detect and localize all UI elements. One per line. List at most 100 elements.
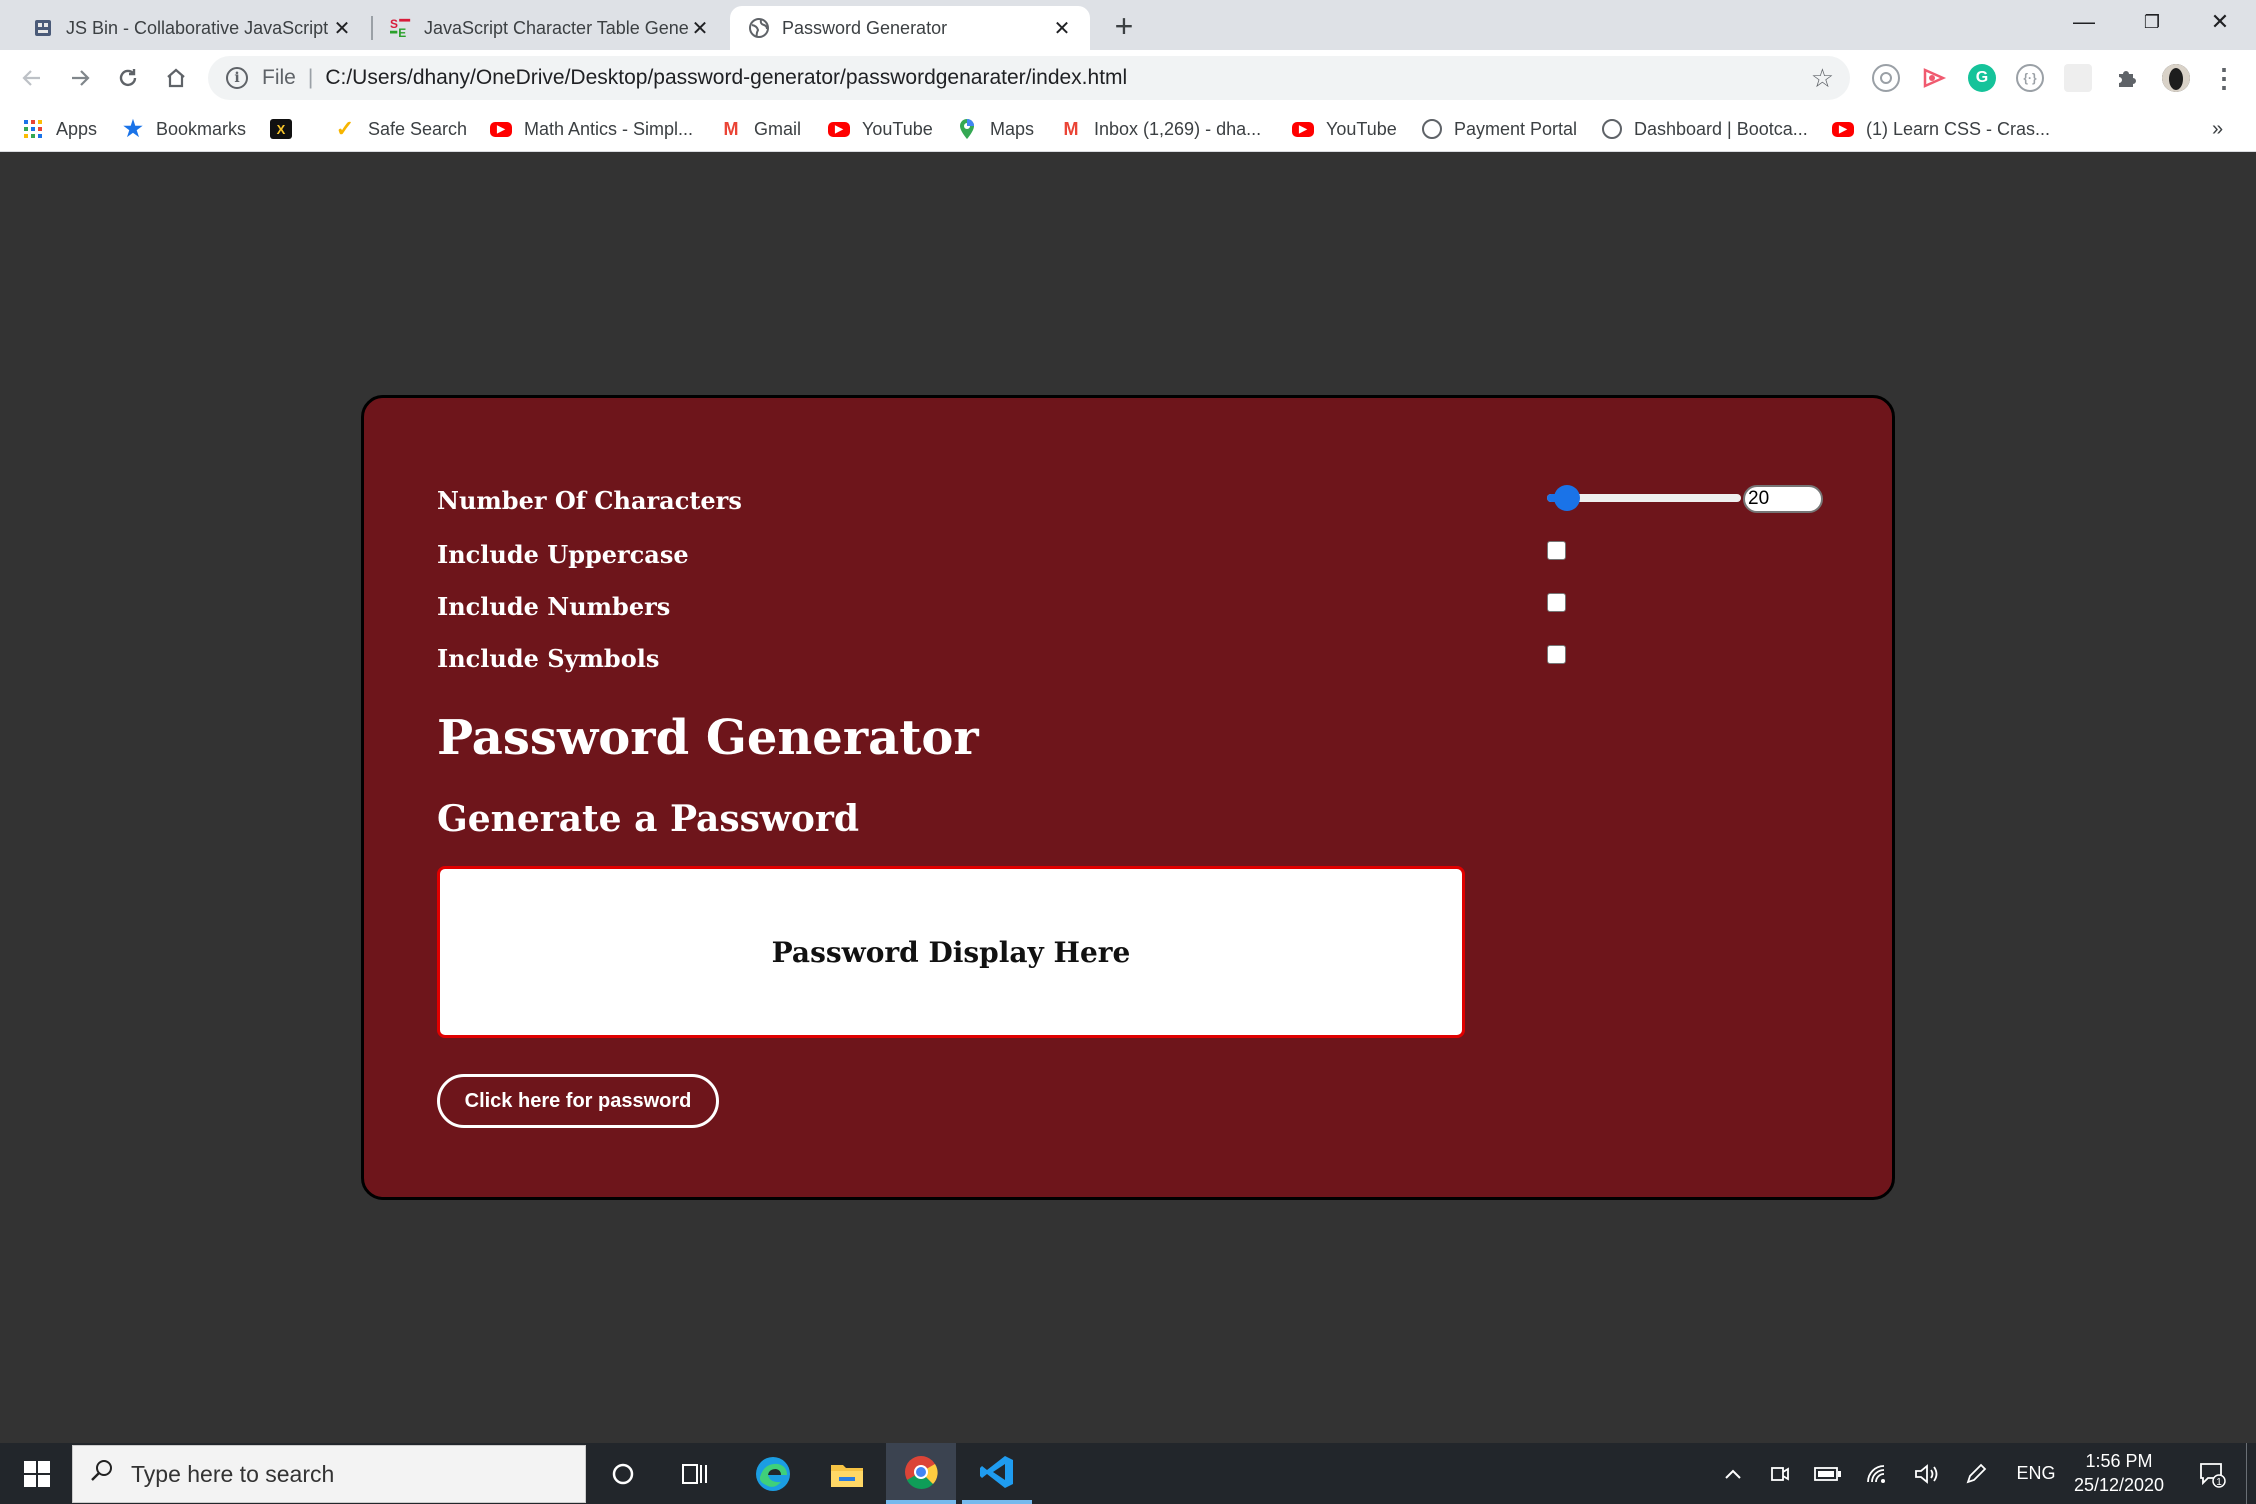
symbols-checkbox[interactable]	[1547, 645, 1566, 664]
windows-start-icon[interactable]	[2, 1443, 72, 1504]
slider-thumb[interactable]	[1553, 485, 1580, 511]
search-icon	[89, 1458, 115, 1490]
notification-count: 1	[2216, 1477, 2222, 1488]
tab-jsbin[interactable]: JS Bin - Collaborative JavaScript Debugg…	[14, 6, 370, 50]
bookmark-payment-portal[interactable]: Payment Portal	[1422, 116, 1577, 142]
close-tab-icon[interactable]: ✕	[688, 16, 712, 41]
tab-char-table[interactable]: SE JavaScript Character Table Generator …	[372, 6, 728, 50]
generate-password-button[interactable]: Click here for password	[437, 1074, 719, 1128]
bookmark-safe-search[interactable]: ✓ Safe Search	[334, 116, 467, 142]
cortana-icon[interactable]	[588, 1443, 658, 1504]
gmail-icon: M	[1063, 118, 1079, 139]
bookmark-bookmarks[interactable]: ★ Bookmarks	[122, 116, 246, 142]
forward-icon[interactable]	[60, 58, 100, 98]
uppercase-checkbox[interactable]	[1547, 541, 1566, 560]
numbers-label: Include Numbers	[437, 592, 671, 621]
file-explorer-icon[interactable]	[812, 1443, 882, 1504]
edge-icon[interactable]	[738, 1443, 808, 1504]
char-count-slider[interactable]	[1547, 484, 1741, 512]
bookmark-inbox[interactable]: M Inbox (1,269) - dha...	[1060, 116, 1262, 142]
x-logo-icon: X	[270, 119, 292, 139]
clock-date: 25/12/2020	[2073, 1475, 2165, 1495]
clock-time: 1:56 PM	[2085, 1451, 2153, 1471]
star-icon: ★	[123, 116, 143, 141]
symbols-label: Include Symbols	[437, 644, 660, 673]
clock[interactable]: 1:56 PM 25/12/2020	[2044, 1449, 2194, 1497]
bookmark-label: Dashboard | Bootca...	[1634, 118, 1808, 139]
bookmark-label: YouTube	[1326, 118, 1397, 139]
jsbin-icon	[32, 17, 54, 39]
task-view-icon[interactable]	[660, 1443, 730, 1504]
scheme-label: File	[262, 66, 296, 89]
tab-title: JavaScript Character Table Generator	[424, 17, 688, 38]
bookmark-youtube-2[interactable]: ▶ YouTube	[1292, 116, 1397, 142]
chrome-icon[interactable]	[886, 1443, 956, 1504]
youtube-icon: ▶	[1832, 121, 1854, 137]
bookmark-label: YouTube	[862, 118, 933, 139]
bookmark-apps[interactable]: Apps	[22, 116, 97, 142]
address-bar[interactable]: i File | C:/Users/dhany/OneDrive/Desktop…	[208, 56, 1850, 100]
notification-icon[interactable]: 1	[2192, 1443, 2232, 1504]
svg-text:E: E	[398, 26, 406, 40]
home-icon[interactable]	[156, 58, 196, 98]
browser-toolbar: i File | C:/Users/dhany/OneDrive/Desktop…	[0, 50, 2256, 106]
bookmark-math-antics[interactable]: ▶ Math Antics - Simpl...	[490, 116, 693, 142]
bookmark-learn-css[interactable]: ▶ (1) Learn CSS - Cras...	[1832, 116, 2050, 142]
svg-text:S: S	[390, 17, 398, 31]
tab-password-generator[interactable]: Password Generator ✕	[730, 6, 1090, 50]
reload-icon[interactable]	[108, 58, 148, 98]
show-desktop-button[interactable]	[2246, 1443, 2256, 1504]
bookmark-gmail[interactable]: M Gmail	[720, 116, 802, 142]
profile-avatar[interactable]	[2162, 64, 2190, 92]
generator-card: Number Of Characters 20 Include Uppercas…	[361, 395, 1895, 1200]
extensions-puzzle-icon[interactable]	[2112, 64, 2140, 92]
grammarly-icon[interactable]: G	[1968, 64, 1996, 92]
info-icon[interactable]: i	[226, 67, 248, 89]
page-viewport: Number Of Characters 20 Include Uppercas…	[0, 153, 2256, 1443]
close-window-button[interactable]: ✕	[2186, 0, 2254, 44]
bookmark-maps[interactable]: Maps	[956, 116, 1034, 142]
bookmark-label: Bookmarks	[156, 118, 247, 139]
password-display: Password Display Here	[437, 866, 1465, 1038]
tray-overflow-icon[interactable]	[1716, 1443, 1750, 1504]
url-text[interactable]: C:/Users/dhany/OneDrive/Desktop/password…	[325, 66, 1127, 90]
wifi-icon[interactable]	[1858, 1443, 1898, 1504]
bookmark-label: Safe Search	[368, 118, 468, 139]
bookmark-label: Inbox (1,269) - dha...	[1094, 118, 1262, 139]
numbers-checkbox[interactable]	[1547, 593, 1566, 612]
bookmark-x[interactable]: X	[270, 116, 304, 142]
pen-icon[interactable]	[1956, 1443, 1996, 1504]
battery-icon[interactable]	[1808, 1443, 1848, 1504]
volume-icon[interactable]	[1906, 1443, 1946, 1504]
bookmark-dashboard[interactable]: Dashboard | Bootca...	[1602, 116, 1808, 142]
taskbar-search[interactable]: Type here to search	[72, 1445, 586, 1503]
bookmark-youtube[interactable]: ▶ YouTube	[828, 116, 933, 142]
screencast-icon[interactable]	[1920, 64, 1948, 92]
menu-kebab-icon[interactable]: ⋮	[2210, 63, 2238, 93]
restore-button[interactable]: ❐	[2118, 0, 2186, 44]
vscode-icon[interactable]	[962, 1443, 1032, 1504]
check-icon: ✓	[335, 116, 355, 141]
extension-icon[interactable]	[1872, 64, 1900, 92]
minimize-button[interactable]: —	[2050, 0, 2118, 44]
windows-taskbar: Type here to search ENG 1:56 PM 25/12/20…	[0, 1443, 2256, 1504]
search-placeholder: Type here to search	[131, 1460, 335, 1487]
globe-icon	[748, 17, 770, 39]
bookmark-label: Payment Portal	[1454, 118, 1578, 139]
youtube-icon: ▶	[490, 121, 512, 137]
tab-strip: JS Bin - Collaborative JavaScript Debugg…	[0, 0, 2256, 50]
char-count-input[interactable]: 20	[1743, 485, 1823, 513]
blank-extension-icon[interactable]	[2064, 64, 2092, 92]
meet-now-icon[interactable]	[1762, 1443, 1798, 1504]
more-bookmarks-icon[interactable]: »	[2212, 116, 2223, 142]
bookmark-label: Apps	[56, 118, 98, 139]
close-tab-icon[interactable]: ✕	[1050, 16, 1074, 41]
back-icon[interactable]	[12, 58, 52, 98]
tab-title: JS Bin - Collaborative JavaScript Debugg…	[66, 17, 330, 38]
gmail-icon: M	[723, 118, 739, 139]
new-tab-button[interactable]: +	[1106, 8, 1142, 44]
code-extension-icon[interactable]: {·}	[2016, 64, 2044, 92]
bookmark-label: (1) Learn CSS - Cras...	[1866, 118, 2051, 139]
bookmark-star-icon[interactable]: ☆	[1811, 63, 1834, 94]
close-tab-icon[interactable]: ✕	[330, 16, 354, 41]
